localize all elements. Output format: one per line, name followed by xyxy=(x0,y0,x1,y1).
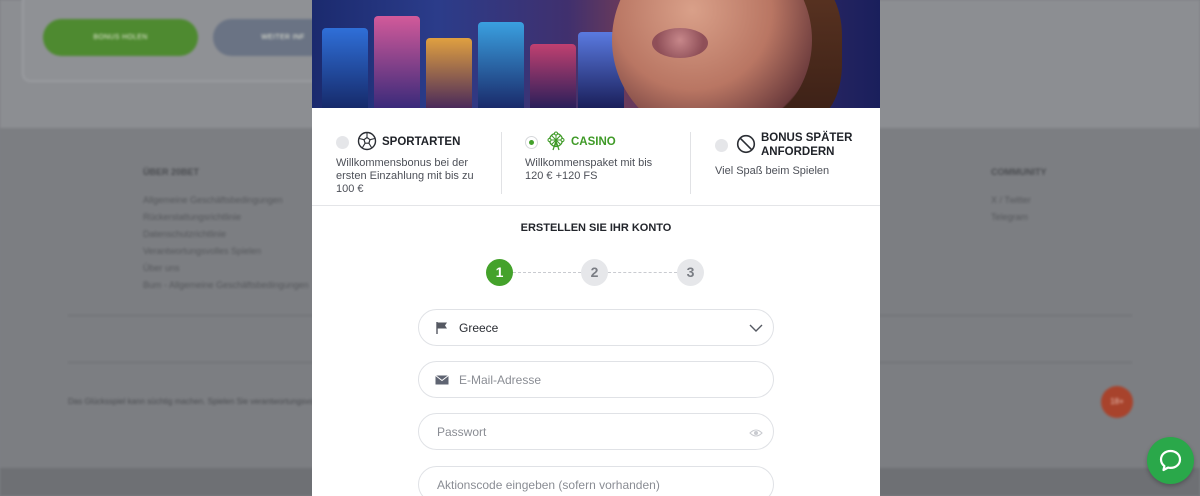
bonus-desc-line: ersten Einzahlung mit bis zu xyxy=(336,170,474,182)
promo-code-field[interactable]: Aktionscode eingeben (sofern vorhanden) xyxy=(418,466,774,496)
step-2: 2 xyxy=(581,259,608,286)
step-3: 3 xyxy=(677,259,704,286)
flag-icon xyxy=(436,322,447,334)
bonus-title-casino: CASINO xyxy=(571,136,616,148)
password-placeholder: Passwort xyxy=(437,425,487,439)
ferris-wheel-icon xyxy=(547,131,565,151)
age-badge: 18+ xyxy=(1101,386,1133,418)
footer-link[interactable]: Verantwortungsvolles Spielen xyxy=(143,246,261,256)
registration-modal: SPORTARTEN Willkommensbonus bei der erst… xyxy=(312,0,880,496)
bonus-desc-line: Willkommenspaket mit bis xyxy=(525,157,653,169)
step-indicator: 1 2 3 xyxy=(486,259,708,287)
bonus-desc-line: 120 € +120 FS xyxy=(525,170,598,182)
form-title: ERSTELLEN SIE IHR KONTO xyxy=(520,222,672,234)
footer-community-title: COMMUNITY xyxy=(991,167,1047,177)
bonus-desc-line: Willkommensbonus bei der xyxy=(336,157,469,169)
footer-link[interactable]: Rückerstattungsrichtlinie xyxy=(143,212,241,222)
bonus-desc-line: 100 € xyxy=(336,183,364,195)
bonus-divider xyxy=(690,132,691,194)
bonus-title-later-line2: ANFORDERN xyxy=(761,146,835,158)
bonus-desc-line: Viel Spaß beim Spielen xyxy=(715,165,830,177)
footer-link[interactable]: Datenschutzrichtlinie xyxy=(143,229,226,239)
radio-sports[interactable] xyxy=(336,136,349,149)
email-placeholder: E-Mail-Adresse xyxy=(459,373,542,387)
chevron-down-icon[interactable] xyxy=(749,323,763,333)
eye-icon[interactable] xyxy=(749,428,763,438)
country-select[interactable]: Greece xyxy=(418,309,774,346)
no-bonus-icon xyxy=(736,134,756,154)
footer-link[interactable]: Bum - Allgemeine Geschäftsbedingungen xyxy=(143,280,309,290)
live-chat-button[interactable] xyxy=(1147,437,1194,484)
radio-casino[interactable] xyxy=(525,136,538,149)
bonus-selector: SPORTARTEN Willkommensbonus bei der erst… xyxy=(312,108,880,206)
footer-gambling-note: Das Glücksspiel kann süchtig machen. Spi… xyxy=(68,397,320,406)
chat-bubble-icon xyxy=(1159,449,1182,472)
email-field[interactable]: E-Mail-Adresse xyxy=(418,361,774,398)
footer-link[interactable]: Allgemeine Geschäftsbedingungen xyxy=(143,195,283,205)
step-connector xyxy=(608,272,677,273)
bonus-title-sports: SPORTARTEN xyxy=(382,136,461,148)
bonus-option-casino[interactable]: CASINO Willkommenspaket mit bis 120 € +1… xyxy=(525,108,690,206)
footer-link[interactable]: Über uns xyxy=(143,263,180,273)
footer-link-twitter[interactable]: X / Twitter xyxy=(991,195,1031,205)
step-1: 1 xyxy=(486,259,513,286)
background-bonus-button[interactable]: BONUS HOLEN xyxy=(43,19,198,56)
footer-about-title: ÜBER 20BET xyxy=(143,167,200,177)
promo-code-placeholder: Aktionscode eingeben (sofern vorhanden) xyxy=(437,478,660,492)
envelope-icon xyxy=(435,375,449,385)
radio-later[interactable] xyxy=(715,139,728,152)
step-connector xyxy=(513,272,581,273)
bonus-divider xyxy=(501,132,502,194)
country-value: Greece xyxy=(459,321,499,335)
footer-link-telegram[interactable]: Telegram xyxy=(991,212,1028,222)
bonus-title-later-line1: BONUS SPÄTER xyxy=(761,132,853,144)
bonus-option-sports[interactable]: SPORTARTEN Willkommensbonus bei der erst… xyxy=(336,108,501,206)
hero-banner-image xyxy=(312,0,880,108)
bonus-option-later[interactable]: BONUS SPÄTER ANFORDERN Viel Spaß beim Sp… xyxy=(715,108,865,206)
password-field[interactable]: Passwort xyxy=(418,413,774,450)
soccer-ball-icon xyxy=(357,131,377,151)
